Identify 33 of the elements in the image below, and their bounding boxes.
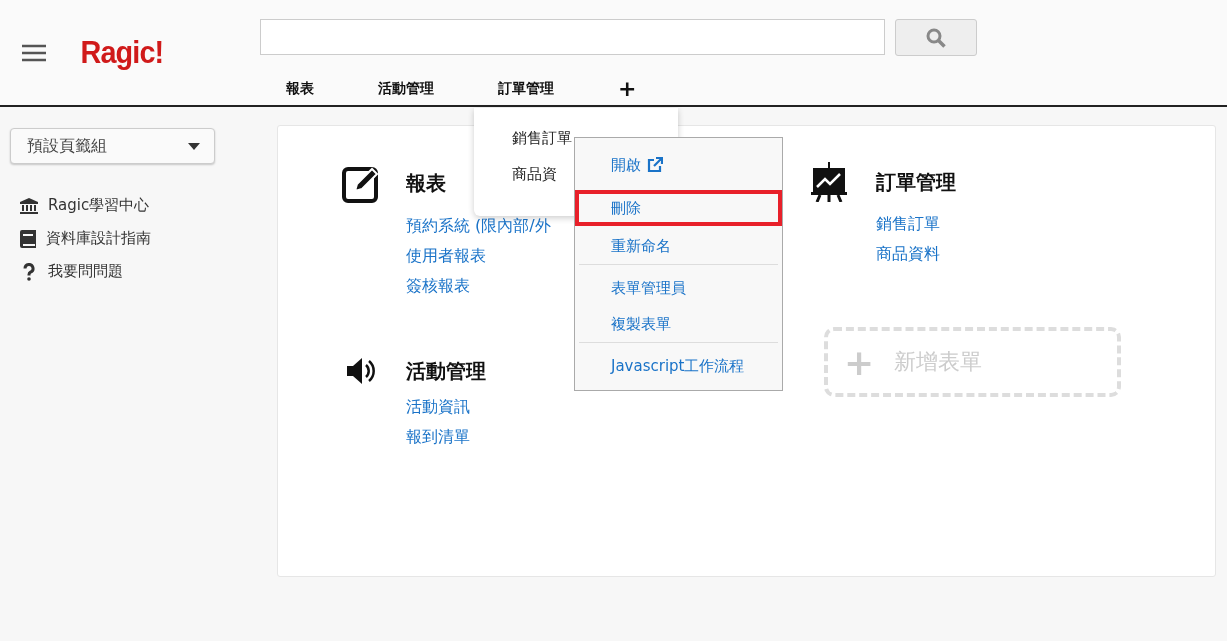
section-title: 報表 (406, 169, 446, 197)
form-link[interactable]: 活動資訊 (406, 397, 811, 418)
section-title: 活動管理 (406, 357, 486, 385)
nav-tab[interactable]: 活動管理 (378, 79, 434, 98)
sidebar-link[interactable]: 我要問問題 (48, 262, 123, 281)
speaker-icon (345, 357, 377, 385)
logo[interactable]: Ragic! (80, 34, 164, 71)
menu-item[interactable]: 表單管理員 (579, 270, 778, 306)
nav-tab[interactable]: 訂單管理 (498, 79, 554, 98)
menu-item[interactable]: 刪除 (575, 190, 782, 226)
external-link-icon (647, 157, 663, 173)
section-title: 訂單管理 (876, 168, 956, 196)
search-icon (926, 27, 946, 48)
form-link[interactable]: 銷售訂單 (876, 214, 1215, 235)
search-field[interactable] (260, 19, 885, 55)
edit-icon (341, 164, 381, 204)
menu-item[interactable]: 重新命名 (579, 228, 778, 264)
chart-easel-icon (811, 162, 847, 202)
menu-item[interactable]: Javascript工作流程 (579, 348, 778, 384)
bank-icon (20, 197, 38, 214)
caret-icon (188, 142, 200, 150)
sidebar-link[interactable]: Ragic學習中心 (48, 196, 150, 215)
add-tab-button[interactable]: + (618, 76, 637, 101)
tab-group-select[interactable]: 預設頁籤組 (10, 128, 215, 164)
sidebar-link[interactable]: 資料庫設計指南 (46, 229, 151, 248)
nav-tab[interactable]: 報表 (286, 79, 314, 98)
menu-icon[interactable] (22, 43, 46, 62)
book-icon (20, 229, 36, 248)
search-button[interactable] (895, 19, 977, 56)
menu-item[interactable]: 複製表單 (579, 306, 778, 342)
menu-item[interactable]: 開啟 (579, 142, 778, 188)
form-link[interactable]: 報到清單 (406, 427, 811, 448)
form-link[interactable]: 商品資料 (876, 244, 1215, 265)
